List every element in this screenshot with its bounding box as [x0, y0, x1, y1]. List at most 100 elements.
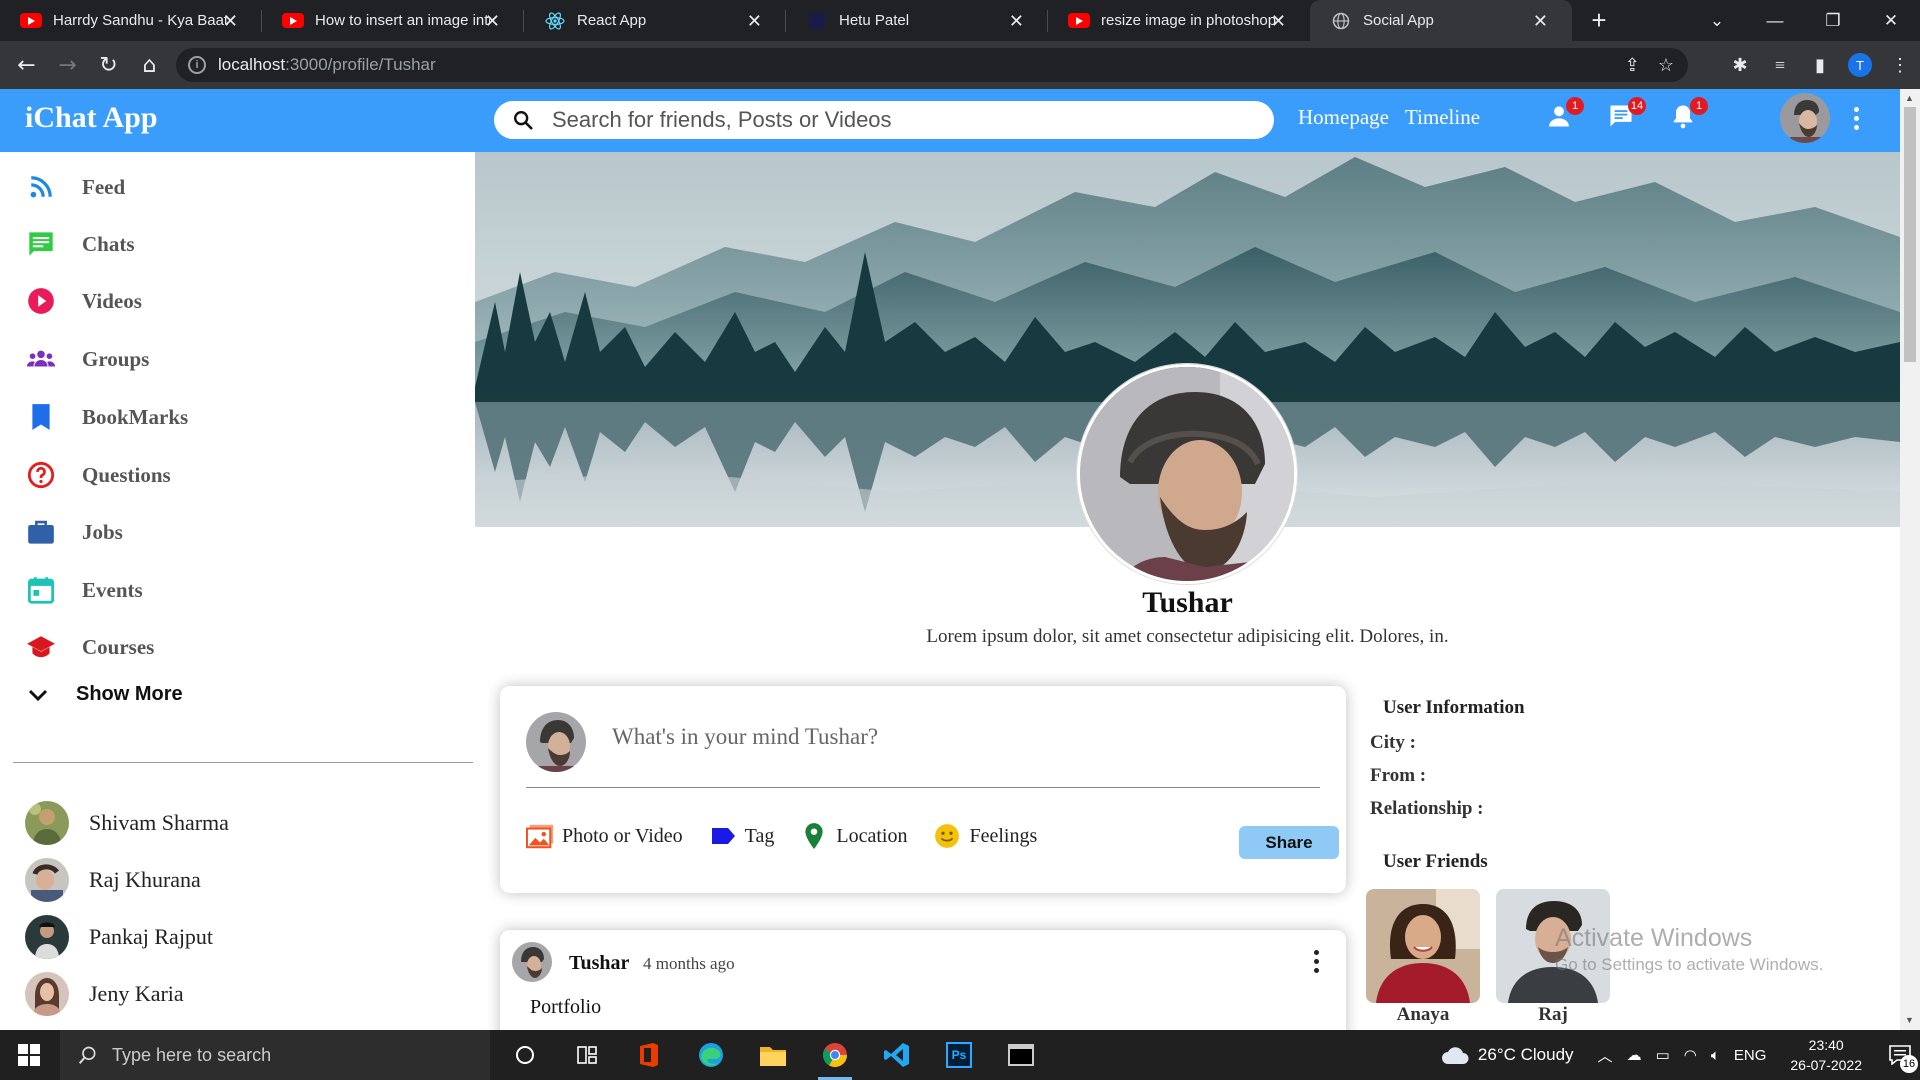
- minimize-icon[interactable]: —: [1746, 0, 1804, 41]
- photoshop-icon[interactable]: Ps: [928, 1030, 990, 1080]
- close-icon[interactable]: ✕: [1009, 11, 1024, 32]
- post-card: Tushar 4 months ago Portfolio: [500, 930, 1346, 1030]
- widgets-icon[interactable]: [556, 1030, 618, 1080]
- friend-list-item[interactable]: Pankaj Rajput: [25, 914, 213, 960]
- file-explorer-icon[interactable]: [742, 1030, 804, 1080]
- friend-list-item[interactable]: Raj Khurana: [25, 857, 201, 903]
- sidebar-item-chats[interactable]: Chats: [26, 224, 135, 264]
- sidebar-item-events[interactable]: Events: [26, 570, 143, 610]
- close-icon[interactable]: ✕: [223, 11, 238, 32]
- site-info-icon[interactable]: i: [188, 56, 206, 74]
- friend-list-item[interactable]: Shivam Sharma: [25, 800, 229, 846]
- sidebar-item-label: Feed: [82, 174, 126, 199]
- weather-text: 26°C Cloudy: [1477, 1045, 1574, 1064]
- chrome-taskbar-icon[interactable]: [804, 1030, 866, 1080]
- post-more-icon[interactable]: [1314, 950, 1319, 973]
- notifications-button[interactable]: 1: [1668, 97, 1708, 131]
- edge-icon[interactable]: [680, 1030, 742, 1080]
- browser-tab[interactable]: Hetu Patel ✕: [786, 0, 1048, 41]
- browser-tab[interactable]: Harrdy Sandhu - Kya Baat Ay ✕: [0, 0, 262, 41]
- chevron-up-icon[interactable]: ︿: [1598, 1045, 1613, 1066]
- friend-requests-button[interactable]: 1: [1544, 97, 1584, 131]
- share-icon[interactable]: ⇪: [1625, 55, 1640, 76]
- browser-tab[interactable]: React App ✕: [524, 0, 786, 41]
- watermark-line1: Activate Windows: [1555, 924, 1753, 952]
- forward-icon[interactable]: →: [47, 45, 88, 85]
- browser-tab-active[interactable]: Social App ✕: [1310, 0, 1572, 41]
- post-avatar[interactable]: [512, 942, 552, 982]
- app-logo[interactable]: iChat App: [25, 101, 158, 135]
- battery-icon[interactable]: ▭: [1656, 1046, 1670, 1064]
- user-friend-card[interactable]: Anaya: [1366, 889, 1480, 1026]
- close-icon[interactable]: ✕: [747, 11, 762, 32]
- sidebar-item-groups[interactable]: Groups: [26, 339, 149, 379]
- show-more-button[interactable]: Show More: [28, 683, 183, 706]
- close-window-icon[interactable]: ✕: [1862, 0, 1920, 41]
- search-bar[interactable]: [494, 101, 1274, 139]
- onedrive-icon[interactable]: ☁: [1627, 1046, 1642, 1064]
- messages-button[interactable]: 14: [1606, 97, 1646, 131]
- language-indicator[interactable]: ENG: [1734, 1047, 1767, 1064]
- terminal-icon[interactable]: [990, 1030, 1052, 1080]
- homepage-link[interactable]: Homepage: [1298, 105, 1389, 130]
- url-field[interactable]: i localhost:3000/profile/Tushar ⇪ ☆: [176, 48, 1688, 82]
- scroll-up-icon[interactable]: ▲: [1905, 93, 1914, 103]
- sidebar-item-courses[interactable]: Courses: [26, 627, 154, 667]
- timeline-link[interactable]: Timeline: [1405, 105, 1480, 130]
- watermark-line2: Go to Settings to activate Windows.: [1555, 955, 1824, 974]
- browser-profile-avatar[interactable]: T: [1848, 53, 1872, 77]
- sidebar-item-videos[interactable]: Videos: [26, 281, 142, 321]
- more-options-icon[interactable]: [1854, 107, 1860, 130]
- sidebar-item-feed[interactable]: Feed: [26, 167, 125, 207]
- extensions-icon[interactable]: ✱: [1720, 55, 1760, 76]
- search-icon: [78, 1046, 96, 1064]
- photo-icon: [526, 822, 554, 850]
- sidebar-item-jobs[interactable]: Jobs: [26, 512, 123, 552]
- windows-start-icon[interactable]: [18, 1044, 40, 1066]
- reload-icon[interactable]: ↻: [88, 45, 129, 85]
- new-tab-button[interactable]: +: [1572, 0, 1626, 41]
- share-button[interactable]: Share: [1239, 826, 1339, 859]
- task-view-icon[interactable]: [494, 1030, 556, 1080]
- user-avatar[interactable]: [1780, 93, 1830, 143]
- tab-search-icon[interactable]: ⌄: [1688, 0, 1746, 41]
- post-username[interactable]: Tushar: [569, 952, 629, 975]
- vscode-icon[interactable]: [866, 1030, 928, 1080]
- volume-icon[interactable]: 🔈︎: [1711, 1047, 1720, 1064]
- office-icon[interactable]: [618, 1030, 680, 1080]
- windows-activation-watermark: Activate Windows Go to Settings to activ…: [1555, 924, 1823, 975]
- briefcase-icon: [26, 517, 56, 547]
- close-icon[interactable]: ✕: [485, 11, 500, 32]
- browser-tab[interactable]: How to insert an image into ✕: [262, 0, 524, 41]
- browser-menu-icon[interactable]: ⋮: [1880, 55, 1920, 76]
- share-input[interactable]: [612, 724, 1212, 750]
- notification-center-icon[interactable]: 16: [1880, 1045, 1920, 1073]
- share-option-location[interactable]: Location: [800, 822, 907, 850]
- home-icon[interactable]: ⌂: [129, 45, 170, 85]
- share-option-tag[interactable]: Tag: [709, 822, 774, 850]
- taskbar-search[interactable]: Type here to search: [60, 1030, 490, 1080]
- share-option-feelings[interactable]: Feelings: [933, 822, 1037, 850]
- profile-main: Tushar Lorem ipsum dolor, sit amet conse…: [475, 152, 1900, 1030]
- browser-tab[interactable]: resize image in photoshop ✕: [1048, 0, 1310, 41]
- close-icon[interactable]: ✕: [1533, 11, 1548, 32]
- profile-picture[interactable]: [1077, 364, 1297, 584]
- close-icon[interactable]: ✕: [1271, 11, 1286, 32]
- sidebar-item-label: Videos: [82, 288, 142, 313]
- wifi-icon[interactable]: ◠: [1684, 1046, 1697, 1064]
- restore-icon[interactable]: ❐: [1804, 0, 1862, 41]
- back-icon[interactable]: ←: [6, 45, 47, 85]
- sidebar-item-questions[interactable]: Questions: [26, 455, 171, 495]
- search-input[interactable]: [552, 107, 1252, 133]
- scrollbar-thumb[interactable]: [1904, 107, 1916, 362]
- bookmark-star-icon[interactable]: ☆: [1658, 55, 1674, 76]
- share-option-photo[interactable]: Photo or Video: [526, 822, 683, 850]
- scroll-down-icon[interactable]: ▼: [1905, 1015, 1914, 1025]
- sidepanel-icon[interactable]: ▮: [1800, 55, 1840, 76]
- taskbar-clock[interactable]: 23:40 26-07-2022: [1790, 1035, 1862, 1075]
- friend-list-item[interactable]: Jeny Karia: [25, 971, 184, 1017]
- media-icon[interactable]: ≡: [1760, 55, 1800, 76]
- page-scrollbar[interactable]: ▲ ▼: [1900, 89, 1920, 1030]
- weather-widget[interactable]: 26°C Cloudy: [1440, 1045, 1574, 1065]
- sidebar-item-bookmarks[interactable]: BookMarks: [26, 397, 188, 437]
